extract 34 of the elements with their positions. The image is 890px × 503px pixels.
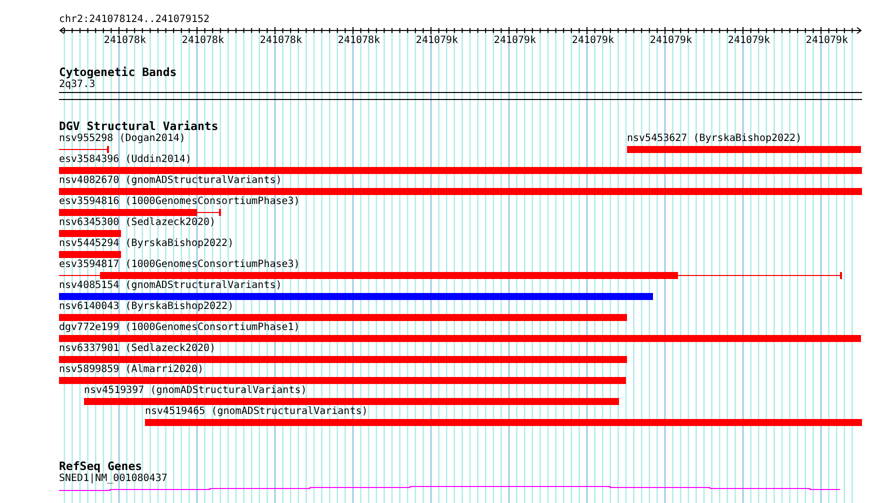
variant-label: nsv6345300 (Sedlazeck2020) (59, 217, 216, 229)
variant-label: esv3594816 (1000GenomesConsortiumPhase3) (59, 196, 300, 208)
variant-bar[interactable] (59, 209, 221, 216)
variant-label: nsv4519465 (gnomADStructuralVariants) (145, 406, 368, 418)
ruler-tick-label: 241078k (260, 35, 302, 46)
variant-label: nsv6337901 (Sedlazeck2020) (59, 343, 216, 355)
track-title: Cytogenetic Bands (59, 66, 177, 79)
variant-label: esv3584396 (Uddin2014) (59, 154, 192, 166)
ruler-tick-label: 241079k (572, 35, 614, 46)
variant-label: nsv4519397 (gnomADStructuralVariants) (84, 385, 307, 397)
ruler-tick-label: 241079k (416, 35, 458, 46)
ruler-tick-label: 241079k (806, 35, 848, 46)
ruler-tick-label: 241078k (182, 35, 224, 46)
variant-label: dgv772e199 (1000GenomesConsortiumPhase1) (59, 322, 300, 334)
variant-label: esv3594817 (1000GenomesConsortiumPhase3) (59, 259, 300, 271)
variant-label: nsv5899859 (Almarri2020) (59, 364, 204, 376)
ruler-tick-label: 241079k (494, 35, 536, 46)
variant-bar[interactable] (59, 272, 842, 279)
variant-bar[interactable] (59, 146, 109, 153)
variant-label: nsv5445294 (ByrskaBishop2022) (59, 238, 234, 250)
gene-label: SNED1|NM_001080437 (59, 473, 168, 484)
ruler-tick-label: 241079k (650, 35, 692, 46)
variant-label: nsv6140043 (ByrskaBishop2022) (59, 301, 234, 313)
track-title: RefSeq Genes (59, 460, 142, 473)
variant-label: nsv4085154 (gnomADStructuralVariants) (59, 280, 282, 292)
location-text: chr2:241078124..241079152 (59, 13, 210, 26)
track-title: DGV Structural Variants (59, 120, 218, 133)
ruler-tick-label: 241078k (104, 35, 146, 46)
variant-label: nsv4082670 (gnomADStructuralVariants) (59, 175, 282, 187)
ruler-tick-label: 241078k (338, 35, 380, 46)
variant-label: nsv5453627 (ByrskaBishop2022) (627, 133, 802, 145)
variant-label: nsv955298 (Dogan2014) (59, 133, 186, 145)
ruler-tick-label: 241079k (728, 35, 770, 46)
band-label: 2q37.3 (59, 79, 96, 90)
